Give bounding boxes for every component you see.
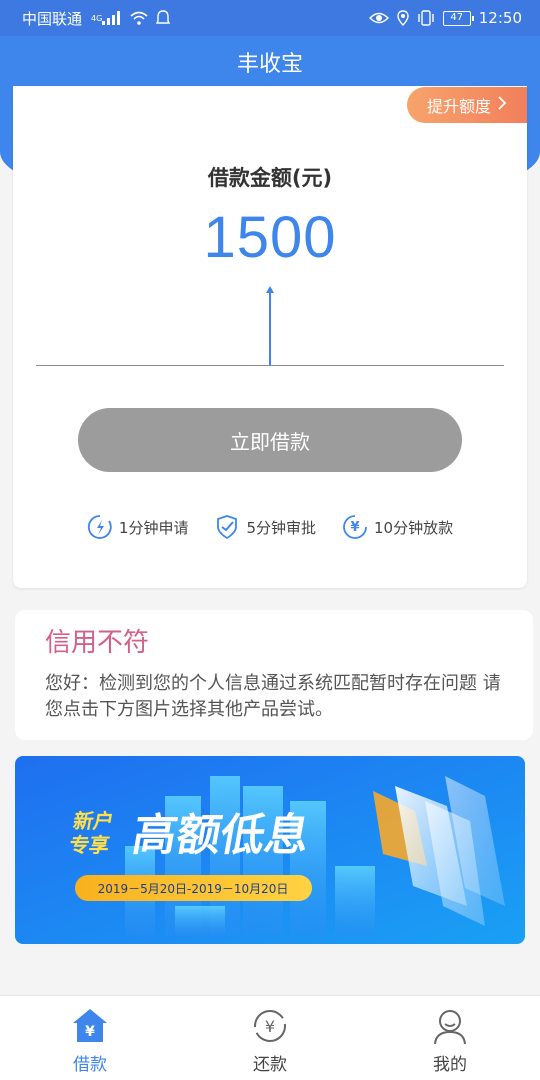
svg-text:¥: ¥ bbox=[265, 1017, 275, 1036]
yuan-cycle-icon: ¥ bbox=[254, 1010, 286, 1042]
promo-banner[interactable]: 新户 专享 高额低息 2019－5月20日-2019－10月20日 bbox=[15, 756, 525, 944]
amount-label: 借款金额(元) bbox=[207, 166, 333, 190]
slider-handle[interactable] bbox=[269, 288, 271, 366]
notice-text: 您好：检测到您的个人信息通过系统匹配暂时存在问题 请您点击下方图片选择其他产品尝… bbox=[45, 673, 501, 720]
app-header: 丰收宝 bbox=[0, 36, 540, 88]
feature-label: 5分钟审批 bbox=[246, 518, 316, 537]
feature-list: 1分钟申请 5分钟审批 ¥ 10分钟放款 bbox=[13, 514, 527, 540]
feature-label: 1分钟申请 bbox=[118, 518, 189, 537]
banner-tag-line2: 专享 bbox=[67, 833, 111, 857]
svg-text:¥: ¥ bbox=[350, 520, 359, 535]
banner-tag-line1: 新户 bbox=[71, 809, 115, 833]
raise-limit-button[interactable]: 提升额度 bbox=[407, 87, 527, 123]
yuan-icon: ¥ bbox=[343, 515, 367, 539]
wifi-icon bbox=[130, 11, 148, 25]
signal-icon: 4G bbox=[90, 11, 122, 25]
eye-icon bbox=[368, 11, 389, 25]
page-title: 丰收宝 bbox=[236, 52, 303, 77]
raise-limit-label: 提升额度 bbox=[426, 97, 491, 116]
nav-item-repay[interactable]: ¥ 还款 bbox=[180, 996, 360, 1080]
notice-title: 信用不符 bbox=[45, 628, 150, 658]
house-yuan-icon: ¥ bbox=[73, 1009, 107, 1042]
credit-notice: 信用不符 您好：检测到您的个人信息通过系统匹配暂时存在问题 请您点击下方图片选择… bbox=[15, 610, 533, 740]
carrier-name: 中国联通 bbox=[22, 9, 83, 28]
chevron-right-icon bbox=[497, 95, 507, 115]
nav-item-profile[interactable]: 我的 bbox=[360, 996, 540, 1080]
network-type: 4G bbox=[91, 13, 103, 23]
status-bar: 中国联通 4G 47 12:50 bbox=[0, 0, 540, 36]
loan-card: 提升额度 借款金额(元) 1500 立即借款 1分钟申请 5分钟审批 ¥ 10分… bbox=[13, 86, 527, 588]
bottom-navigation: ¥ 借款 ¥ 还款 我的 bbox=[0, 995, 540, 1080]
banner-headline: 高额低息 bbox=[129, 810, 314, 861]
nav-label: 我的 bbox=[433, 1055, 467, 1075]
battery-icon: 47 bbox=[442, 10, 474, 26]
lightning-icon bbox=[87, 515, 112, 539]
amount-value: 1500 bbox=[203, 205, 337, 270]
nav-label: 还款 bbox=[253, 1055, 287, 1075]
vibrate-icon bbox=[417, 10, 435, 26]
shield-check-icon bbox=[217, 515, 238, 540]
svg-text:¥: ¥ bbox=[85, 1024, 95, 1040]
notification-icon bbox=[156, 10, 171, 26]
clock: 12:50 bbox=[478, 9, 522, 27]
feature-disburse: ¥ 10分钟放款 bbox=[342, 514, 453, 540]
feature-apply: 1分钟申请 bbox=[87, 514, 189, 540]
nav-item-borrow[interactable]: ¥ 借款 bbox=[0, 996, 180, 1080]
user-icon bbox=[434, 1010, 466, 1045]
feature-approve: 5分钟审批 bbox=[214, 514, 316, 540]
banner-date-range: 2019－5月20日-2019－10月20日 bbox=[98, 882, 289, 896]
amount-slider[interactable] bbox=[36, 282, 504, 368]
borrow-now-button[interactable]: 立即借款 bbox=[78, 408, 462, 472]
location-icon bbox=[397, 10, 409, 26]
feature-label: 10分钟放款 bbox=[374, 518, 454, 537]
nav-label: 借款 bbox=[73, 1055, 107, 1075]
